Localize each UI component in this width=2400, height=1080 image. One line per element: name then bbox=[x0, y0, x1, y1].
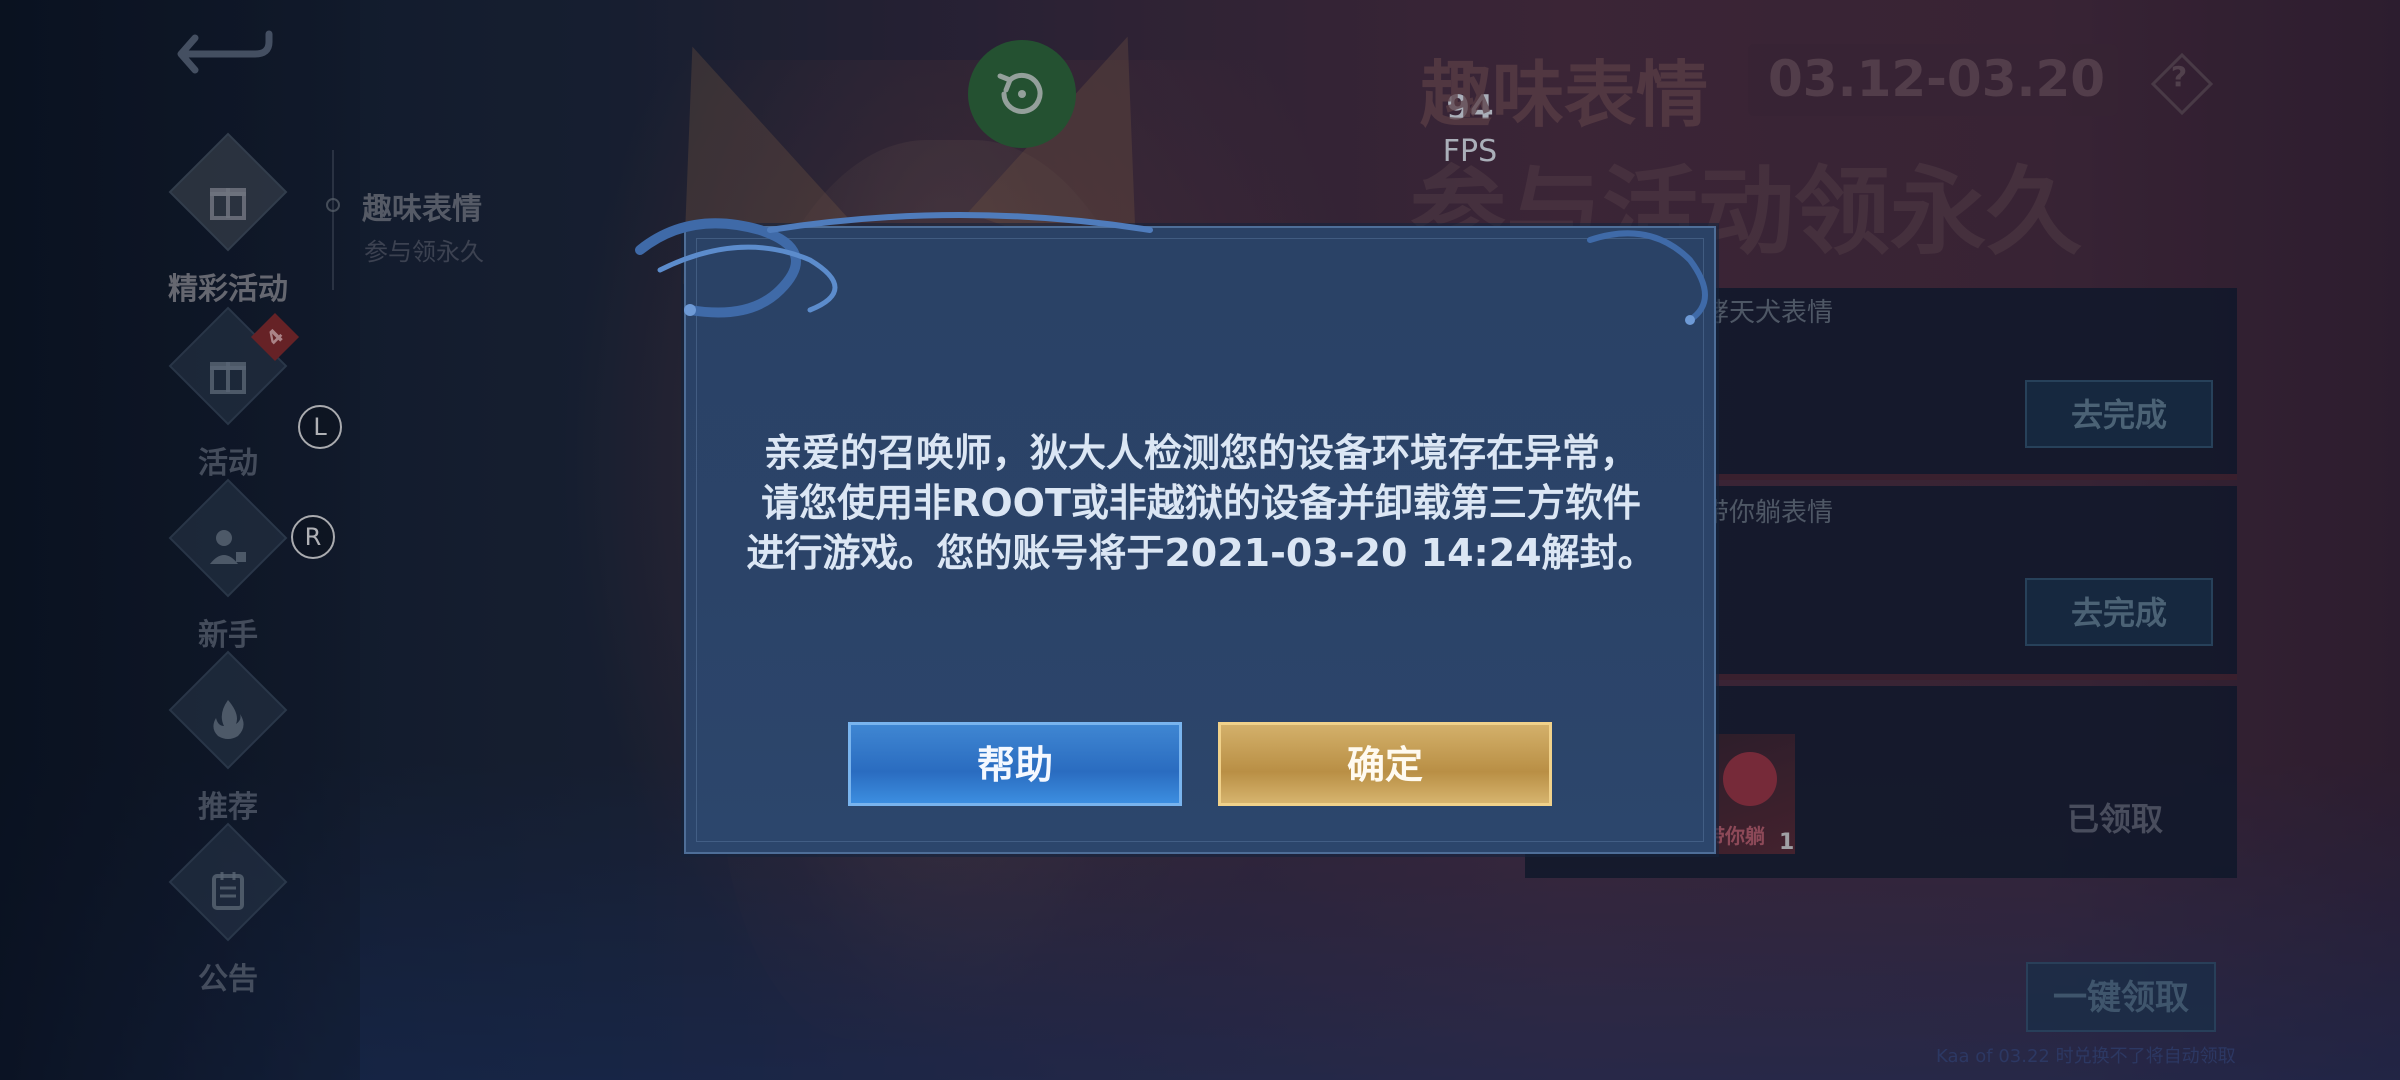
dialog-message: 亲爱的召唤师，狄大人检测您的设备环境存在异常， 请您使用非ROOT或非越狱的设备… bbox=[726, 428, 1676, 578]
cloud-swirl-decoration bbox=[635, 212, 1708, 325]
confirm-button[interactable]: 确定 bbox=[1218, 722, 1552, 806]
dialog-message-line: 请您使用非ROOT或非越狱的设备并卸载第三方软件 bbox=[761, 481, 1641, 525]
dialog-message-line: 进行游戏。您的账号将于2021-03-20 14:24解封。 bbox=[746, 531, 1656, 575]
help-button[interactable]: 帮助 bbox=[848, 722, 1182, 806]
dialog-message-line: 亲爱的召唤师，狄大人检测您的设备环境存在异常， bbox=[763, 431, 1638, 475]
